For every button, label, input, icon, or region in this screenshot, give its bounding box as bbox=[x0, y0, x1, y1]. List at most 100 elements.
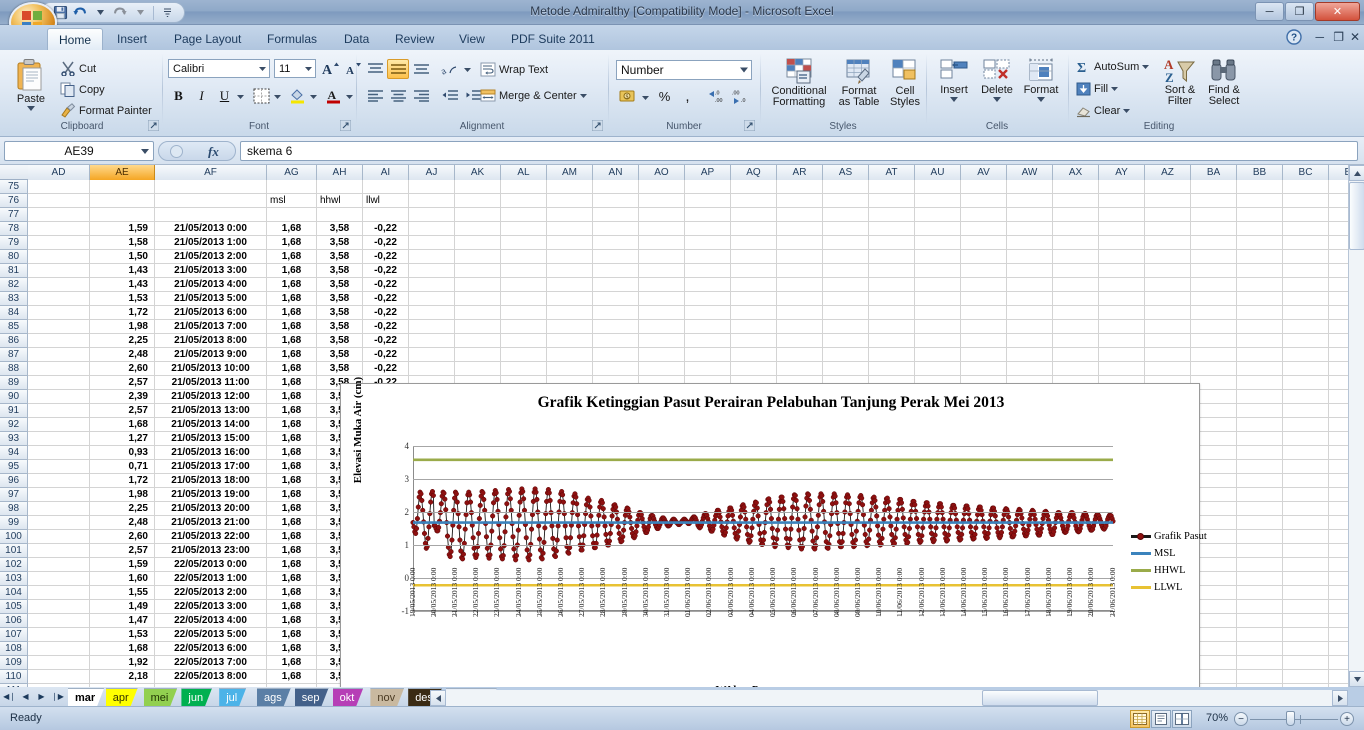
row-header-105[interactable]: 105 bbox=[0, 600, 28, 614]
cell-ai86[interactable]: -0,22 bbox=[363, 334, 409, 348]
cell-at76[interactable] bbox=[869, 194, 915, 208]
cell-ax81[interactable] bbox=[1053, 264, 1099, 278]
cell-bc99[interactable] bbox=[1283, 516, 1329, 530]
cell-ak88[interactable] bbox=[455, 362, 501, 376]
row-header-93[interactable]: 93 bbox=[0, 432, 28, 446]
cell-bc103[interactable] bbox=[1283, 572, 1329, 586]
cell-af101[interactable]: 21/05/2013 23:00 bbox=[155, 544, 267, 558]
cell-bc85[interactable] bbox=[1283, 320, 1329, 334]
clear-button[interactable]: Clear bbox=[1074, 103, 1132, 119]
cell-ad96[interactable] bbox=[28, 474, 90, 488]
cell-az85[interactable] bbox=[1145, 320, 1191, 334]
cell-ai76[interactable]: llwl bbox=[363, 194, 409, 208]
cell-at77[interactable] bbox=[869, 208, 915, 222]
cell-aq81[interactable] bbox=[731, 264, 777, 278]
format-dropdown-icon[interactable] bbox=[1037, 97, 1045, 102]
cell-an76[interactable] bbox=[593, 194, 639, 208]
cell-al82[interactable] bbox=[501, 278, 547, 292]
font-dialog-launcher[interactable] bbox=[340, 120, 351, 131]
cell-ag105[interactable]: 1,68 bbox=[267, 600, 317, 614]
cell-az88[interactable] bbox=[1145, 362, 1191, 376]
scroll-left-button[interactable] bbox=[430, 690, 446, 706]
cell-an88[interactable] bbox=[593, 362, 639, 376]
row-header-99[interactable]: 99 bbox=[0, 516, 28, 530]
cell-ag76[interactable]: msl bbox=[267, 194, 317, 208]
grow-font-button[interactable]: A bbox=[320, 58, 341, 79]
cell-ag100[interactable]: 1,68 bbox=[267, 530, 317, 544]
cell-as79[interactable] bbox=[823, 236, 869, 250]
cell-bb98[interactable] bbox=[1237, 502, 1283, 516]
cell-at86[interactable] bbox=[869, 334, 915, 348]
cell-ae103[interactable]: 1,60 bbox=[90, 572, 155, 586]
row-header-89[interactable]: 89 bbox=[0, 376, 28, 390]
cell-aw86[interactable] bbox=[1007, 334, 1053, 348]
cell-aq79[interactable] bbox=[731, 236, 777, 250]
cell-ba82[interactable] bbox=[1191, 278, 1237, 292]
column-header-aj[interactable]: AJ bbox=[409, 165, 455, 180]
cell-bc108[interactable] bbox=[1283, 642, 1329, 656]
fill-color-button[interactable] bbox=[286, 85, 308, 106]
cell-aw80[interactable] bbox=[1007, 250, 1053, 264]
cell-bc80[interactable] bbox=[1283, 250, 1329, 264]
cell-ap76[interactable] bbox=[685, 194, 731, 208]
find-select-button[interactable]: Find & Select bbox=[1202, 57, 1246, 107]
cell-aw87[interactable] bbox=[1007, 348, 1053, 362]
column-header-al[interactable]: AL bbox=[501, 165, 547, 180]
cell-ar85[interactable] bbox=[777, 320, 823, 334]
cell-az80[interactable] bbox=[1145, 250, 1191, 264]
cell-af87[interactable]: 21/05/2013 9:00 bbox=[155, 348, 267, 362]
increase-decimal-button[interactable]: .0.00 bbox=[704, 86, 728, 107]
cell-ay84[interactable] bbox=[1099, 306, 1145, 320]
cell-bc78[interactable] bbox=[1283, 222, 1329, 236]
cell-ad109[interactable] bbox=[28, 656, 90, 670]
tab-page-layout[interactable]: Page Layout bbox=[163, 28, 252, 50]
cell-bc100[interactable] bbox=[1283, 530, 1329, 544]
cell-ae99[interactable]: 2,48 bbox=[90, 516, 155, 530]
cell-al80[interactable] bbox=[501, 250, 547, 264]
cell-bb106[interactable] bbox=[1237, 614, 1283, 628]
cell-ag81[interactable]: 1,68 bbox=[267, 264, 317, 278]
cell-au88[interactable] bbox=[915, 362, 961, 376]
cell-bb110[interactable] bbox=[1237, 670, 1283, 684]
cell-bb104[interactable] bbox=[1237, 586, 1283, 600]
cell-au86[interactable] bbox=[915, 334, 961, 348]
name-box[interactable]: AE39 bbox=[4, 141, 154, 161]
clipboard-dialog-launcher[interactable] bbox=[148, 120, 159, 131]
cell-bc106[interactable] bbox=[1283, 614, 1329, 628]
cell-ar76[interactable] bbox=[777, 194, 823, 208]
autosum-button[interactable]: Σ AutoSum bbox=[1074, 59, 1151, 75]
cell-au83[interactable] bbox=[915, 292, 961, 306]
cell-ai81[interactable]: -0,22 bbox=[363, 264, 409, 278]
cell-ad102[interactable] bbox=[28, 558, 90, 572]
cell-ae79[interactable]: 1,58 bbox=[90, 236, 155, 250]
cell-bc104[interactable] bbox=[1283, 586, 1329, 600]
cell-ap87[interactable] bbox=[685, 348, 731, 362]
cell-af96[interactable]: 21/05/2013 18:00 bbox=[155, 474, 267, 488]
cell-al86[interactable] bbox=[501, 334, 547, 348]
insert-function-icon[interactable]: fx bbox=[206, 144, 224, 158]
tab-home[interactable]: Home bbox=[47, 28, 104, 50]
cell-an78[interactable] bbox=[593, 222, 639, 236]
cell-ae105[interactable]: 1,49 bbox=[90, 600, 155, 614]
cell-am81[interactable] bbox=[547, 264, 593, 278]
cell-ar75[interactable] bbox=[777, 180, 823, 194]
sheet-tab-sep[interactable]: sep bbox=[295, 688, 329, 706]
cell-bb105[interactable] bbox=[1237, 600, 1283, 614]
cell-aw79[interactable] bbox=[1007, 236, 1053, 250]
cell-ah87[interactable]: 3,58 bbox=[317, 348, 363, 362]
column-header-bb[interactable]: BB bbox=[1237, 165, 1283, 180]
cell-aj87[interactable] bbox=[409, 348, 455, 362]
cell-bb94[interactable] bbox=[1237, 446, 1283, 460]
column-header-as[interactable]: AS bbox=[823, 165, 869, 180]
align-bottom-button[interactable] bbox=[410, 59, 432, 79]
cell-ad84[interactable] bbox=[28, 306, 90, 320]
sheet-tab-okt[interactable]: okt bbox=[333, 688, 364, 706]
cell-bb96[interactable] bbox=[1237, 474, 1283, 488]
cell-ag97[interactable]: 1,68 bbox=[267, 488, 317, 502]
sheet-tab-mei[interactable]: mei bbox=[144, 688, 178, 706]
row-header-101[interactable]: 101 bbox=[0, 544, 28, 558]
cell-az79[interactable] bbox=[1145, 236, 1191, 250]
cell-aq83[interactable] bbox=[731, 292, 777, 306]
cell-bc98[interactable] bbox=[1283, 502, 1329, 516]
cell-av75[interactable] bbox=[961, 180, 1007, 194]
